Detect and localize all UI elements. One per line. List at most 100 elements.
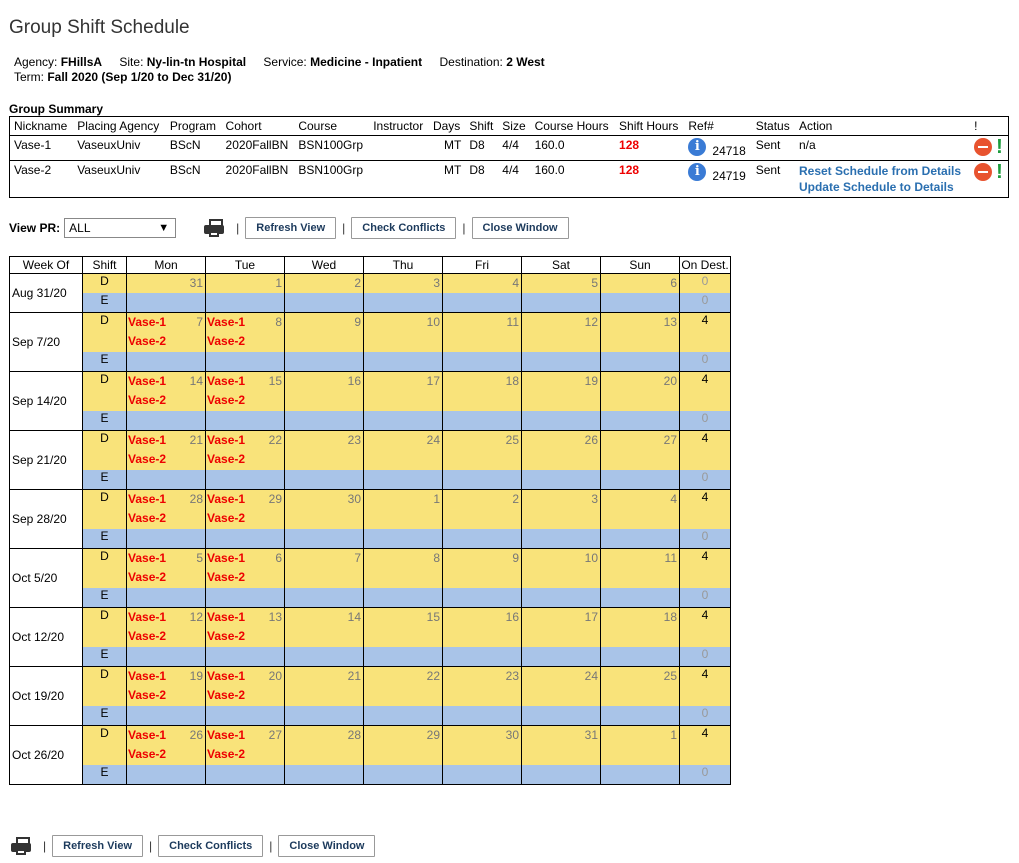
- day-cell[interactable]: 20: [600, 371, 680, 411]
- evening-cell[interactable]: [363, 706, 443, 726]
- evening-cell[interactable]: [521, 470, 601, 490]
- evening-cell[interactable]: [442, 588, 522, 608]
- day-cell[interactable]: 22: [363, 666, 443, 706]
- evening-cell[interactable]: [600, 706, 680, 726]
- update-schedule-link[interactable]: Update Schedule to Details: [799, 179, 966, 195]
- day-cell[interactable]: 16: [442, 607, 522, 647]
- evening-cell[interactable]: [600, 588, 680, 608]
- close-window-button[interactable]: Close Window: [278, 835, 376, 857]
- evening-cell[interactable]: [521, 293, 601, 313]
- day-cell[interactable]: 13 Vase-1 Vase-2: [205, 607, 285, 647]
- day-cell[interactable]: 8 Vase-1 Vase-2: [205, 312, 285, 352]
- group-assignment[interactable]: Vase-1: [207, 549, 284, 568]
- day-cell[interactable]: 5 Vase-1 Vase-2: [126, 548, 206, 588]
- day-cell[interactable]: 31: [126, 273, 206, 293]
- evening-cell[interactable]: [442, 529, 522, 549]
- day-cell[interactable]: 11: [442, 312, 522, 352]
- view-pr-select[interactable]: ALL ▼: [64, 218, 177, 238]
- group-assignment[interactable]: Vase-2: [207, 627, 284, 646]
- evening-cell[interactable]: [521, 647, 601, 667]
- evening-cell[interactable]: [442, 706, 522, 726]
- evening-cell[interactable]: [205, 411, 285, 431]
- reset-schedule-link[interactable]: Reset Schedule from Details: [799, 163, 966, 179]
- day-cell[interactable]: 1: [363, 489, 443, 529]
- day-cell[interactable]: 31: [521, 725, 601, 765]
- group-assignment[interactable]: Vase-2: [128, 745, 205, 764]
- day-cell[interactable]: 21 Vase-1 Vase-2: [126, 430, 206, 470]
- day-cell[interactable]: 28: [284, 725, 364, 765]
- day-cell[interactable]: 23: [442, 666, 522, 706]
- evening-cell[interactable]: [600, 470, 680, 490]
- group-assignment[interactable]: Vase-1: [128, 549, 205, 568]
- evening-cell[interactable]: [521, 352, 601, 372]
- day-cell[interactable]: 3: [521, 489, 601, 529]
- evening-cell[interactable]: [126, 529, 206, 549]
- evening-cell[interactable]: [126, 293, 206, 313]
- day-cell[interactable]: 28 Vase-1 Vase-2: [126, 489, 206, 529]
- day-cell[interactable]: 4: [442, 273, 522, 293]
- group-assignment[interactable]: Vase-2: [128, 391, 205, 410]
- day-cell[interactable]: 2: [442, 489, 522, 529]
- evening-cell[interactable]: [600, 411, 680, 431]
- evening-cell[interactable]: [442, 765, 522, 785]
- day-cell[interactable]: 25: [600, 666, 680, 706]
- day-cell[interactable]: 15 Vase-1 Vase-2: [205, 371, 285, 411]
- day-cell[interactable]: 7: [284, 548, 364, 588]
- evening-cell[interactable]: [521, 529, 601, 549]
- remove-icon[interactable]: [974, 138, 993, 156]
- day-cell[interactable]: 16: [284, 371, 364, 411]
- day-cell[interactable]: 4: [600, 489, 680, 529]
- day-cell[interactable]: 17: [521, 607, 601, 647]
- day-cell[interactable]: 24: [363, 430, 443, 470]
- day-cell[interactable]: 9: [284, 312, 364, 352]
- info-icon[interactable]: i: [688, 138, 707, 156]
- group-assignment[interactable]: Vase-2: [128, 686, 205, 705]
- day-cell[interactable]: 20 Vase-1 Vase-2: [205, 666, 285, 706]
- evening-cell[interactable]: [284, 411, 364, 431]
- group-assignment[interactable]: Vase-2: [128, 568, 205, 587]
- evening-cell[interactable]: [284, 529, 364, 549]
- day-cell[interactable]: 25: [442, 430, 522, 470]
- evening-cell[interactable]: [126, 411, 206, 431]
- group-assignment[interactable]: Vase-2: [207, 509, 284, 528]
- day-cell[interactable]: 6 Vase-1 Vase-2: [205, 548, 285, 588]
- day-cell[interactable]: 12 Vase-1 Vase-2: [126, 607, 206, 647]
- evening-cell[interactable]: [126, 352, 206, 372]
- day-cell[interactable]: 14 Vase-1 Vase-2: [126, 371, 206, 411]
- day-cell[interactable]: 14: [284, 607, 364, 647]
- day-cell[interactable]: 11: [600, 548, 680, 588]
- evening-cell[interactable]: [521, 765, 601, 785]
- group-assignment[interactable]: Vase-2: [207, 745, 284, 764]
- group-assignment[interactable]: Vase-2: [207, 332, 284, 351]
- evening-cell[interactable]: [442, 352, 522, 372]
- group-assignment[interactable]: Vase-2: [128, 332, 205, 351]
- group-assignment[interactable]: Vase-2: [128, 509, 205, 528]
- group-assignment[interactable]: Vase-1: [128, 313, 205, 332]
- evening-cell[interactable]: [205, 470, 285, 490]
- day-cell[interactable]: 23: [284, 430, 364, 470]
- evening-cell[interactable]: [126, 765, 206, 785]
- evening-cell[interactable]: [205, 706, 285, 726]
- evening-cell[interactable]: [600, 765, 680, 785]
- evening-cell[interactable]: [363, 765, 443, 785]
- evening-cell[interactable]: [205, 529, 285, 549]
- evening-cell[interactable]: [521, 411, 601, 431]
- day-cell[interactable]: 18: [600, 607, 680, 647]
- day-cell[interactable]: 10: [363, 312, 443, 352]
- evening-cell[interactable]: [521, 588, 601, 608]
- evening-cell[interactable]: [205, 293, 285, 313]
- day-cell[interactable]: 1: [205, 273, 285, 293]
- evening-cell[interactable]: [284, 765, 364, 785]
- day-cell[interactable]: 5: [521, 273, 601, 293]
- evening-cell[interactable]: [363, 647, 443, 667]
- group-assignment[interactable]: Vase-2: [207, 450, 284, 469]
- day-cell[interactable]: 27 Vase-1 Vase-2: [205, 725, 285, 765]
- day-cell[interactable]: 9: [442, 548, 522, 588]
- evening-cell[interactable]: [284, 352, 364, 372]
- evening-cell[interactable]: [284, 588, 364, 608]
- evening-cell[interactable]: [442, 293, 522, 313]
- evening-cell[interactable]: [205, 352, 285, 372]
- day-cell[interactable]: 6: [600, 273, 680, 293]
- remove-icon[interactable]: [974, 163, 993, 181]
- day-cell[interactable]: 17: [363, 371, 443, 411]
